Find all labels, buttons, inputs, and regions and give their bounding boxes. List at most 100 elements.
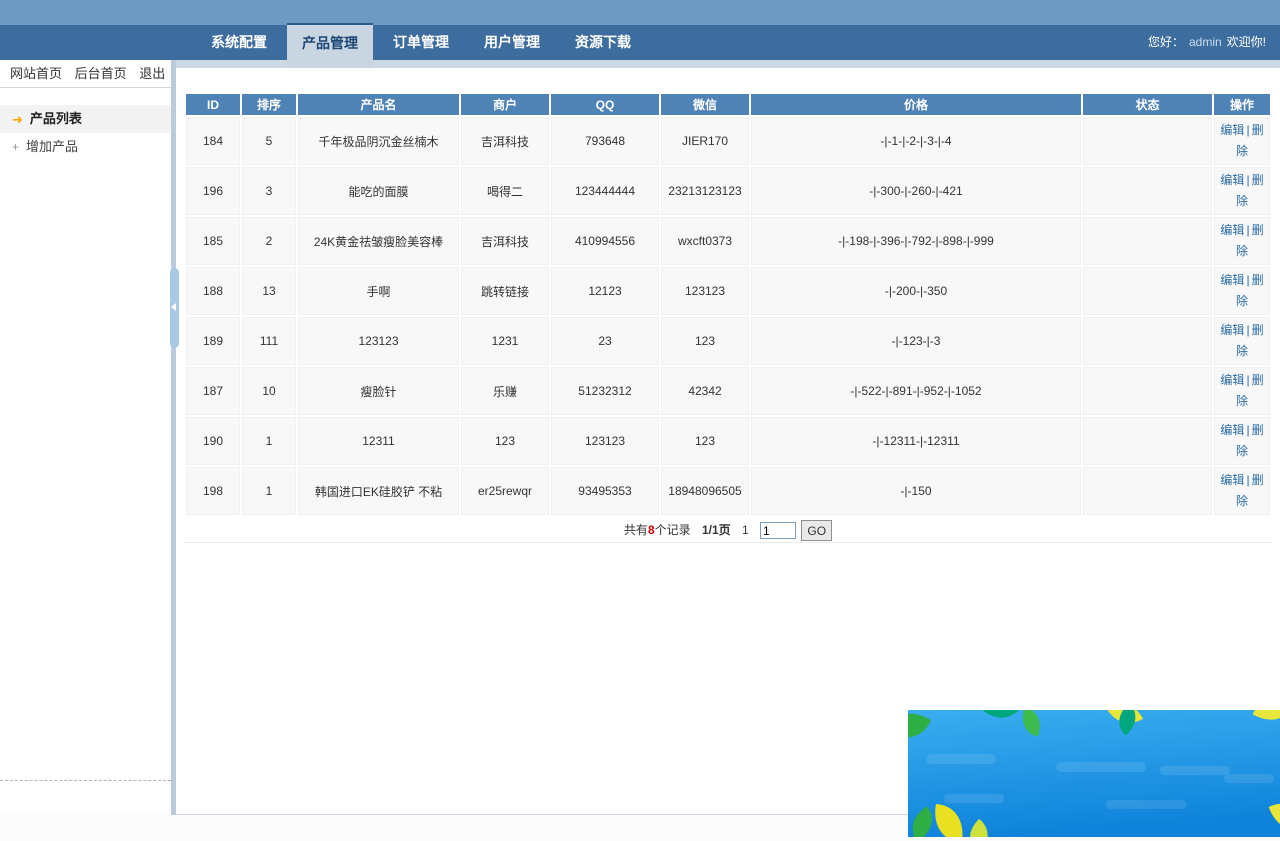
edit-link[interactable]: 编辑 [1220, 273, 1244, 287]
table-row: 188 13 手啊 跳转链接 12123 123123 -|-200-|-350… [186, 267, 1270, 315]
sidebar-item-add-product[interactable]: + 增加产品 [0, 133, 171, 161]
edit-link[interactable]: 编辑 [1220, 473, 1244, 487]
sidebar-dashed-divider [0, 780, 171, 781]
banner-graphic [908, 710, 1280, 837]
edit-link[interactable]: 编辑 [1220, 373, 1244, 387]
sidebar-menu: ➜ 产品列表 + 增加产品 [0, 105, 171, 161]
plus-icon: + [12, 141, 19, 153]
cell-sort: 3 [242, 167, 296, 215]
cell-id: 187 [186, 367, 240, 415]
user-greeting: 您好：admin欢迎你! [1148, 25, 1266, 60]
cell-sort: 2 [242, 217, 296, 265]
top-strip [0, 0, 1280, 25]
cell-sort: 5 [242, 117, 296, 165]
cell-wechat: 42342 [661, 367, 749, 415]
cell-wechat: wxcft0373 [661, 217, 749, 265]
tab-product-management[interactable]: 产品管理 [287, 23, 373, 68]
table-row: 189 111 123123 1231 23 123 -|-123-|-3 编辑… [186, 317, 1270, 365]
col-header-qq: QQ [551, 94, 659, 115]
cell-sort: 111 [242, 317, 296, 365]
cell-price: -|-198-|-396-|-792-|-898-|-999 [751, 217, 1081, 265]
floating-ad-banner[interactable] [908, 710, 1280, 837]
cell-status [1083, 117, 1212, 165]
cell-qq: 12123 [551, 267, 659, 315]
cell-merchant: 1231 [461, 317, 549, 365]
edit-link[interactable]: 编辑 [1220, 323, 1244, 337]
col-header-sort: 排序 [242, 94, 296, 115]
cell-id: 198 [186, 467, 240, 515]
cell-status [1083, 217, 1212, 265]
page-number-link[interactable]: 1 [742, 523, 749, 537]
cell-merchant: 吉洱科技 [461, 217, 549, 265]
edit-link[interactable]: 编辑 [1220, 423, 1244, 437]
table-row: 196 3 能吃的面膜 喝得二 123444444 23213123123 -|… [186, 167, 1270, 215]
cell-product-name: 24K黄金祛皱瘦脸美容棒 [298, 217, 459, 265]
main-nav-tabs: 系统配置 产品管理 订单管理 用户管理 资源下载 [196, 25, 651, 60]
table-row: 184 5 千年极品阴沉金丝楠木 吉洱科技 793648 JIER170 -|-… [186, 117, 1270, 165]
cell-actions: 编辑|删除 [1214, 217, 1270, 265]
cell-sort: 10 [242, 367, 296, 415]
greeting-suffix: 欢迎你! [1227, 35, 1266, 49]
cell-price: -|-12311-|-12311 [751, 417, 1081, 465]
cell-price: -|-150 [751, 467, 1081, 515]
cell-product-name: 123123 [298, 317, 459, 365]
pagination-bar: 共有8个记录 1/1页 1 GO [184, 518, 1272, 543]
page-info: 1/1页 [702, 523, 731, 537]
cell-merchant: 123 [461, 417, 549, 465]
table-header-row: ID 排序 产品名 商户 QQ 微信 价格 状态 操作 [186, 94, 1270, 115]
sidebar-top-links: 网站首页 后台首页 退出 [0, 60, 171, 88]
go-button[interactable]: GO [801, 520, 832, 541]
cell-id: 189 [186, 317, 240, 365]
col-header-id: ID [186, 94, 240, 115]
col-header-price: 价格 [751, 94, 1081, 115]
cell-actions: 编辑|删除 [1214, 467, 1270, 515]
cell-product-name: 12311 [298, 417, 459, 465]
cell-product-name: 手啊 [298, 267, 459, 315]
cell-id: 196 [186, 167, 240, 215]
col-header-wechat: 微信 [661, 94, 749, 115]
col-header-product-name: 产品名 [298, 94, 459, 115]
action-separator: | [1246, 273, 1249, 287]
cell-actions: 编辑|删除 [1214, 167, 1270, 215]
cell-status [1083, 267, 1212, 315]
sidebar-collapse-handle[interactable] [170, 268, 179, 348]
cell-merchant: 乐赚 [461, 367, 549, 415]
cell-merchant: 跳转链接 [461, 267, 549, 315]
top-navigation-bar: 系统配置 产品管理 订单管理 用户管理 资源下载 您好：admin欢迎你! [0, 25, 1280, 60]
cell-status [1083, 417, 1212, 465]
tab-order-management[interactable]: 订单管理 [378, 25, 464, 60]
edit-link[interactable]: 编辑 [1220, 173, 1244, 187]
cell-product-name: 能吃的面膜 [298, 167, 459, 215]
edit-link[interactable]: 编辑 [1220, 123, 1244, 137]
cell-actions: 编辑|删除 [1214, 117, 1270, 165]
main-content: ID 排序 产品名 商户 QQ 微信 价格 状态 操作 184 5 千年极品阴沉… [176, 68, 1280, 815]
cell-id: 184 [186, 117, 240, 165]
site-home-link[interactable]: 网站首页 [10, 66, 62, 81]
arrow-right-icon: ➜ [12, 113, 23, 126]
action-separator: | [1246, 173, 1249, 187]
col-header-actions: 操作 [1214, 94, 1270, 115]
cell-qq: 51232312 [551, 367, 659, 415]
username: admin [1189, 35, 1222, 49]
tab-system-config[interactable]: 系统配置 [196, 25, 282, 60]
sidebar-item-label: 增加产品 [26, 133, 78, 161]
logout-link[interactable]: 退出 [139, 66, 165, 81]
cell-status [1083, 367, 1212, 415]
tab-resource-download[interactable]: 资源下载 [560, 25, 646, 60]
cell-wechat: 23213123123 [661, 167, 749, 215]
sidebar-item-product-list[interactable]: ➜ 产品列表 [0, 105, 171, 133]
cell-qq: 410994556 [551, 217, 659, 265]
edit-link[interactable]: 编辑 [1220, 223, 1244, 237]
cell-status [1083, 317, 1212, 365]
page-jump-input[interactable] [760, 522, 796, 539]
admin-home-link[interactable]: 后台首页 [75, 66, 127, 81]
action-separator: | [1246, 223, 1249, 237]
sidebar: 网站首页 后台首页 退出 ➜ 产品列表 + 增加产品 [0, 60, 171, 815]
cell-product-name: 千年极品阴沉金丝楠木 [298, 117, 459, 165]
cell-wechat: 123123 [661, 267, 749, 315]
action-separator: | [1246, 473, 1249, 487]
cell-sort: 13 [242, 267, 296, 315]
cell-id: 185 [186, 217, 240, 265]
tab-user-management[interactable]: 用户管理 [469, 25, 555, 60]
cell-merchant: 吉洱科技 [461, 117, 549, 165]
